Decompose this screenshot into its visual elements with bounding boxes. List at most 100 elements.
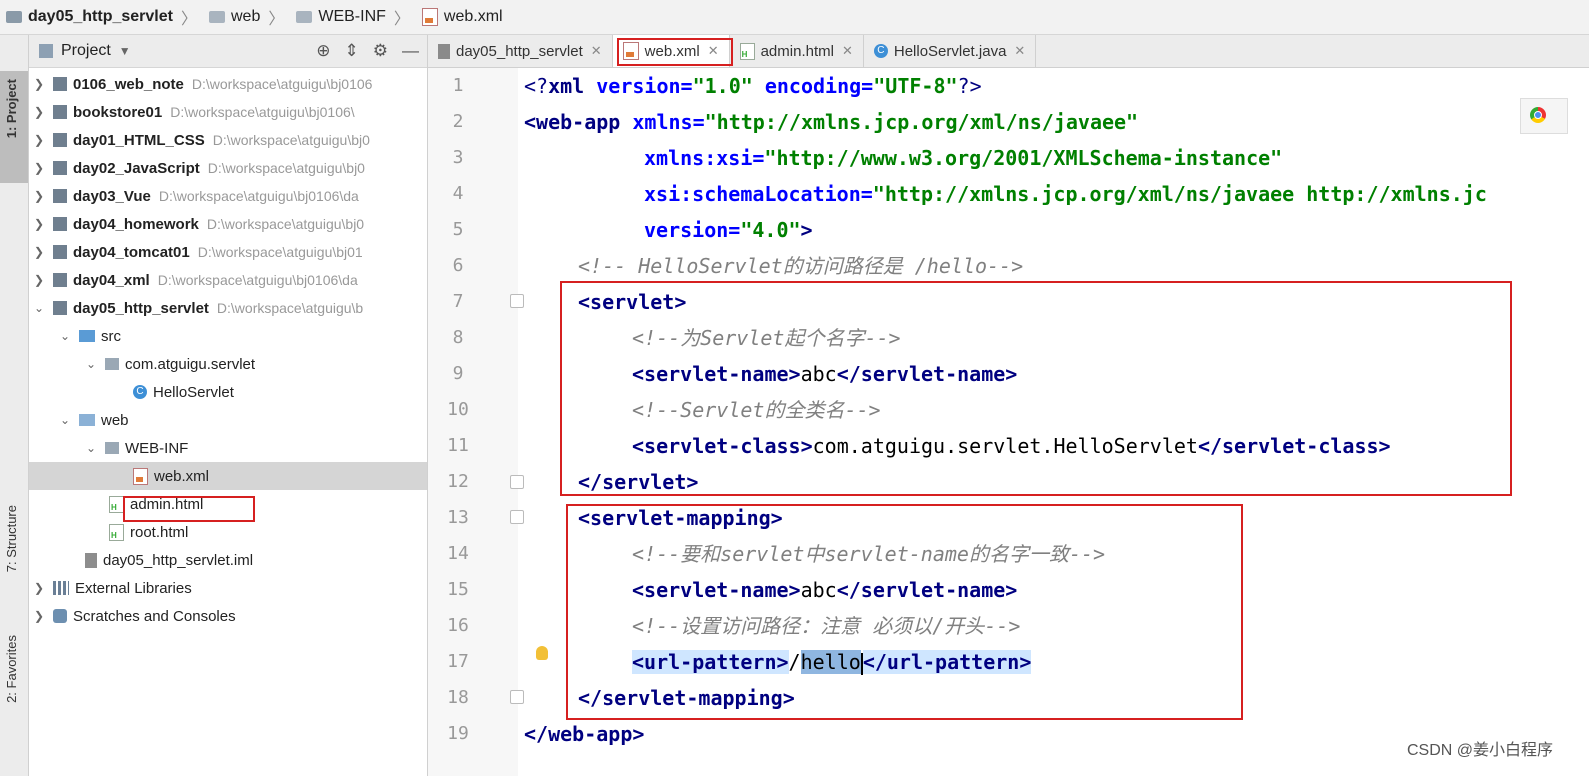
code-token: / (788, 650, 801, 674)
tree-item[interactable]: ⌄ WEB-INF (29, 434, 427, 462)
hide-icon[interactable]: — (402, 41, 419, 61)
chevron-down-icon[interactable]: ⌄ (85, 357, 97, 371)
code-token: </url-pattern> (862, 650, 1032, 674)
tree-item[interactable]: ⌄ com.atguigu.servlet (29, 350, 427, 378)
close-icon[interactable]: ✕ (1014, 43, 1025, 59)
project-panel-header: Project ▼ ⊕ ⇕ ⚙ — (29, 35, 427, 68)
tree-item[interactable]: ⌄ day05_http_servlet D:\workspace\atguigu\… (29, 294, 427, 322)
code-token: "http://xmlns.jcp.org/xml/ns/javaee" (704, 110, 1139, 134)
tree-item[interactable]: ❯ External Libraries (29, 574, 427, 602)
tab-web-xml[interactable]: web.xml ✕ (612, 35, 733, 67)
code-comment: <!--Servlet的全类名--> (632, 398, 881, 422)
code-comment: <!--为Servlet起个名字--> (632, 326, 901, 350)
tab-admin-html[interactable]: admin.html ✕ (730, 35, 864, 67)
chevron-down-icon[interactable]: ⌄ (33, 301, 45, 315)
tree-item[interactable]: day05_http_servlet.iml (29, 546, 427, 574)
tree-item[interactable]: ❯ day04_xml D:\workspace\atguigu\bj0106\da (29, 266, 427, 294)
tree-item[interactable]: ❯ day01_HTML_CSS D:\workspace\atguigu\bj0 (29, 126, 427, 154)
chevron-down-icon[interactable]: ⌄ (59, 413, 71, 427)
code-line: <servlet> (578, 290, 687, 314)
editor: day05_http_servlet ✕ web.xml ✕ admin.html ✕… (428, 35, 1589, 776)
close-icon[interactable]: ✕ (708, 43, 719, 59)
fold-marker[interactable] (510, 294, 524, 308)
iml-file-icon (85, 552, 97, 568)
fold-marker[interactable] (510, 475, 524, 489)
breadcrumb-label: WEB-INF (318, 8, 386, 25)
collapse-all-icon[interactable]: ⇕ (345, 41, 359, 61)
code-token: xml (548, 74, 597, 98)
tree-item[interactable]: ❯ day02_JavaScript D:\workspace\atguigu\bj… (29, 154, 427, 182)
code-token: xmlns:xsi= (644, 146, 765, 170)
code-token: encoding= (752, 74, 874, 98)
chevron-right-icon[interactable]: ❯ (33, 245, 45, 259)
tree-item[interactable]: ❯ bookstore01 D:\workspace\atguigu\bj0106\ (29, 98, 427, 126)
xml-file-icon (421, 8, 438, 26)
tree-item[interactable]: root.html (29, 518, 427, 546)
tree-item[interactable]: admin.html (29, 490, 427, 518)
fold-marker[interactable] (510, 690, 524, 704)
library-icon (53, 581, 69, 595)
code-token: ?> (957, 74, 982, 98)
tree-item-label: Scratches and Consoles (73, 607, 236, 625)
tool-tab-structure[interactable]: 7: Structure (4, 505, 19, 572)
lightbulb-icon[interactable] (536, 646, 548, 660)
line-number: 15 (447, 579, 469, 600)
tree-item-label: root.html (130, 523, 189, 541)
chevron-right-icon[interactable]: ❯ (33, 217, 45, 231)
file-icon (438, 43, 450, 59)
tree-item-path: D:\workspace\atguigu\bj0 (212, 132, 370, 148)
close-icon[interactable]: ✕ (842, 43, 853, 59)
selected-text[interactable]: hello (800, 650, 861, 674)
chevron-right-icon[interactable]: ❯ (33, 273, 45, 287)
chevron-down-icon[interactable]: ▼ (119, 44, 131, 58)
chevron-right-icon[interactable]: ❯ (33, 77, 45, 91)
chevron-right-icon[interactable]: ❯ (33, 133, 45, 147)
tree-item[interactable]: ❯ Scratches and Consoles (29, 602, 427, 630)
chevron-right-icon[interactable]: ❯ (33, 161, 45, 175)
line-number: 11 (447, 435, 469, 456)
chevron-right-icon[interactable]: ❯ (33, 105, 45, 119)
tree-item-label: day04_homework (73, 215, 199, 233)
tree-item-selected[interactable]: web.xml (29, 462, 427, 490)
breadcrumb-file[interactable]: web.xml (416, 8, 509, 26)
code-token: <servlet-class> (632, 434, 813, 458)
code-token: version= (596, 74, 693, 98)
tree-item[interactable]: ❯ day04_homework D:\workspace\atguigu\bj0 (29, 210, 427, 238)
tree-item[interactable]: ⌄ web (29, 406, 427, 434)
line-number: 16 (447, 615, 469, 636)
breadcrumb-web-inf[interactable]: WEB-INF 〉 (290, 5, 416, 29)
tree-item[interactable]: ❯ day04_tomcat01 D:\workspace\atguigu\bj01 (29, 238, 427, 266)
code-token: "1.0" (692, 74, 753, 98)
navigation-breadcrumb: day05_http_servlet 〉 web 〉 WEB-INF 〉 web.xm… (0, 0, 1589, 35)
tool-tab-favorites[interactable]: 2: Favorites (4, 635, 19, 703)
chevron-right-icon[interactable]: ❯ (33, 581, 45, 595)
tree-item-path: D:\workspace\atguigu\b (216, 300, 364, 316)
module-icon (53, 161, 67, 175)
locate-icon[interactable]: ⊕ (316, 41, 330, 61)
tree-item[interactable]: ⌄ src (29, 322, 427, 350)
code-line: </web-app> (524, 722, 645, 746)
xml-file-icon (133, 467, 148, 485)
tab-helloservlet-java[interactable]: C HelloServlet.java ✕ (864, 35, 1037, 67)
chevron-right-icon[interactable]: ❯ (33, 609, 45, 623)
tree-item[interactable]: ❯ 0106_web_note D:\workspace\atguigu\bj010… (29, 70, 427, 98)
chrome-icon[interactable] (1530, 107, 1546, 123)
fold-marker[interactable] (510, 510, 524, 524)
tab-day05-http-servlet[interactable]: day05_http_servlet ✕ (428, 35, 613, 67)
breadcrumb-project[interactable]: day05_http_servlet 〉 (0, 5, 203, 29)
tree-item[interactable]: C HelloServlet (29, 378, 427, 406)
html-file-icon (109, 495, 124, 513)
tree-item-path: D:\workspace\atguigu\bj01 (197, 244, 363, 260)
tree-item[interactable]: ❯ day03_Vue D:\workspace\atguigu\bj0106\da (29, 182, 427, 210)
tree-item-label: day05_http_servlet (73, 299, 209, 317)
tool-tab-project-label[interactable]: 1: Project (4, 79, 19, 138)
breadcrumb-web[interactable]: web 〉 (203, 5, 290, 29)
chevron-down-icon[interactable]: ⌄ (59, 329, 71, 343)
code-line: <servlet-name>abc</servlet-name> (632, 572, 1017, 608)
tree-item-label: web (101, 411, 129, 429)
gear-icon[interactable]: ⚙ (373, 41, 388, 61)
project-view-selector[interactable]: Project (61, 42, 111, 60)
chevron-down-icon[interactable]: ⌄ (85, 441, 97, 455)
chevron-right-icon[interactable]: ❯ (33, 189, 45, 203)
close-icon[interactable]: ✕ (591, 43, 602, 59)
